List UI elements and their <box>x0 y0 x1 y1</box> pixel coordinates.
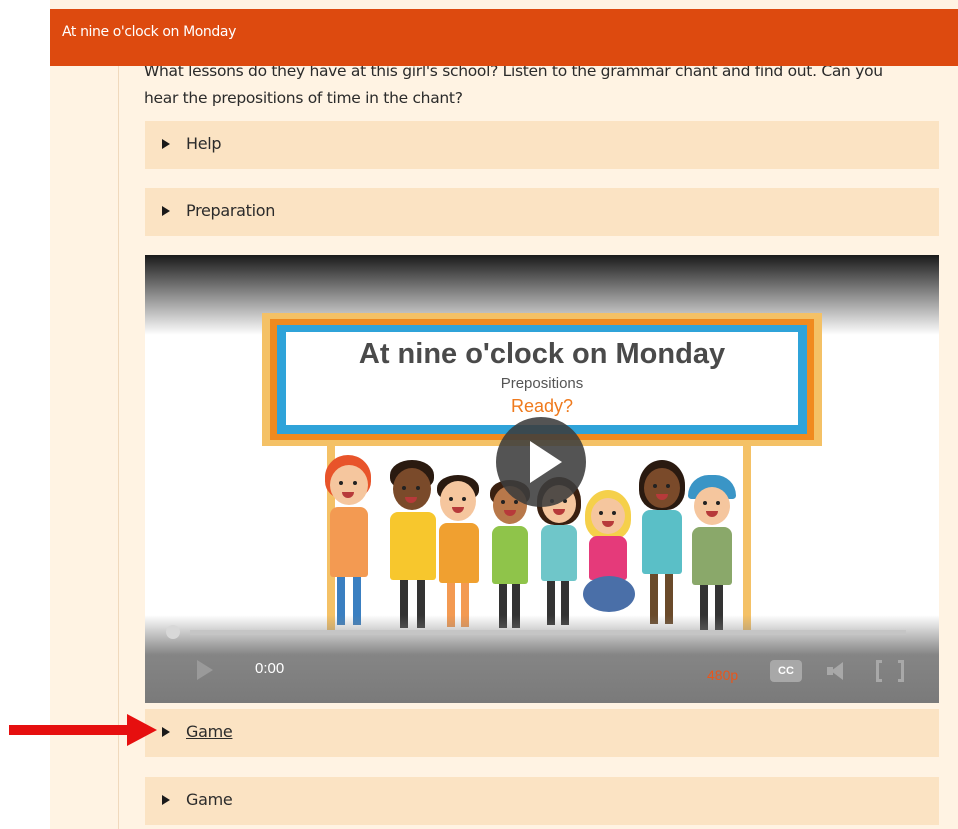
accordion-game-2-label: Game <box>186 790 233 809</box>
video-board-title: At nine o'clock on Monday <box>358 338 726 370</box>
title-bar: At nine o'clock on Monday <box>50 9 958 66</box>
accordion-game-2[interactable]: Game <box>145 777 939 825</box>
page-title: At nine o'clock on Monday <box>62 24 236 40</box>
intro-text: What lessons do they have at this girl's… <box>144 58 944 112</box>
captions-button[interactable]: CC <box>770 660 802 682</box>
left-divider <box>118 66 119 829</box>
quality-button[interactable]: 480p <box>707 667 738 683</box>
video-controls-bar <box>145 615 939 703</box>
video-progress-bar[interactable] <box>190 630 906 635</box>
video-board-subtitle: Prepositions <box>500 375 584 392</box>
volume-icon[interactable] <box>827 661 847 681</box>
triangle-right-icon <box>162 795 170 805</box>
accordion-help-label: Help <box>186 134 222 153</box>
video-player[interactable]: At nine o'clock on Monday Prepositions R… <box>145 255 939 703</box>
accordion-game-1-label[interactable]: Game <box>186 722 233 741</box>
progress-handle[interactable] <box>166 625 180 639</box>
video-time: 0:00 <box>255 660 285 677</box>
triangle-right-icon <box>162 139 170 149</box>
triangle-right-icon <box>162 206 170 216</box>
accordion-preparation-label: Preparation <box>186 201 276 220</box>
play-icon <box>530 441 562 483</box>
accordion-help[interactable]: Help <box>145 121 939 169</box>
accordion-preparation[interactable]: Preparation <box>145 188 939 236</box>
play-icon[interactable] <box>197 660 213 680</box>
red-arrow-icon <box>9 714 159 746</box>
intro-line-2: hear the prepositions of time in the cha… <box>144 89 463 107</box>
fullscreen-icon[interactable] <box>876 660 904 682</box>
video-board-prompt: Ready? <box>510 396 574 416</box>
big-play-button[interactable] <box>496 417 586 507</box>
triangle-right-icon <box>162 727 170 737</box>
board-post-right <box>743 446 751 631</box>
accordion-game-1[interactable]: Game <box>145 709 939 757</box>
